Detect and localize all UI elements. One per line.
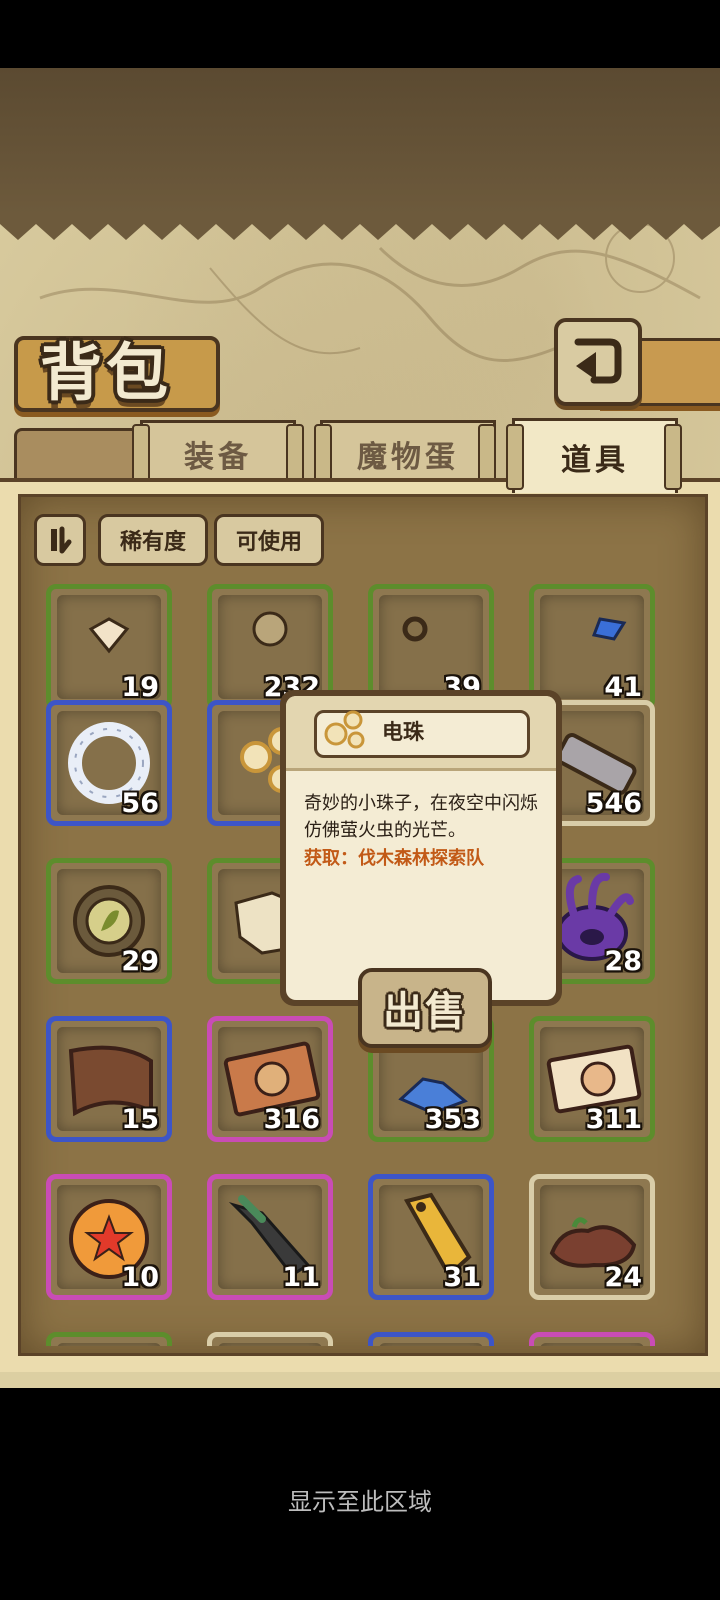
status-bar	[0, 0, 720, 68]
item-detail-popup: 电珠 奇妙的小珠子，在夜空中闪烁仿佛萤火虫的光芒。 获取：伐木森林探索队	[280, 690, 562, 1006]
item-count: 316	[263, 1104, 320, 1135]
item-count: 24	[604, 1262, 642, 1293]
tab-items-label: 道具	[561, 443, 629, 478]
tab-post	[664, 424, 682, 490]
item-count: 29	[121, 946, 159, 977]
tab-post	[506, 424, 524, 490]
gold-ore-icon	[373, 1337, 489, 1346]
item-count: 31	[443, 1262, 481, 1293]
item-count: 28	[604, 946, 642, 977]
torn-edge	[0, 212, 720, 240]
inventory-slot[interactable]: 11	[207, 1174, 333, 1300]
inventory-slot[interactable]: 29	[46, 858, 172, 984]
item-count: 10	[121, 1262, 159, 1293]
usable-filter-label: 可使用	[235, 530, 302, 555]
inventory-slot[interactable]: 316	[207, 1016, 333, 1142]
diamond-icon	[534, 1337, 650, 1346]
rarity-filter-button[interactable]: 稀有度	[98, 514, 208, 566]
inventory-slot[interactable]: 31	[368, 1174, 494, 1300]
inventory-slot[interactable]	[529, 1332, 655, 1346]
item-count: 56	[121, 788, 159, 819]
sell-button[interactable]: 出售	[358, 968, 492, 1048]
tab-items[interactable]: 道具	[512, 418, 678, 493]
tab-monster-eggs-label: 魔物蛋	[357, 440, 459, 475]
inventory-slot[interactable]	[368, 1332, 494, 1346]
item-name: 电珠	[382, 720, 424, 744]
item-count: 546	[585, 788, 642, 819]
page-title: 背包	[40, 336, 173, 409]
item-count: 11	[282, 1262, 320, 1293]
electric-bead-icon	[324, 710, 365, 749]
tab-monster-eggs[interactable]: 魔物蛋	[320, 420, 496, 485]
rarity-filter-label: 稀有度	[119, 530, 186, 555]
usable-filter-button[interactable]: 可使用	[214, 514, 324, 566]
return-arrow-icon	[574, 338, 622, 384]
item-count: 15	[121, 1104, 159, 1135]
inventory-slot[interactable]: 10	[46, 1174, 172, 1300]
sell-button-label: 出售	[383, 989, 467, 1035]
popup-body: 电珠 奇妙的小珠子，在夜空中闪烁仿佛萤火虫的光芒。 获取：伐木森林探索队	[286, 696, 556, 1000]
sort-order-icon	[51, 526, 72, 554]
display-region-caption: 显示至此区域	[288, 1488, 432, 1516]
item-source: 获取：伐木森林探索队	[304, 848, 484, 869]
inventory-slot[interactable]	[207, 1332, 333, 1346]
popup-header: 电珠	[286, 696, 556, 771]
item-count: 41	[604, 672, 642, 703]
inventory-slot[interactable]	[46, 1332, 172, 1346]
inventory-slot[interactable]: 24	[529, 1174, 655, 1300]
map-header-dark	[0, 68, 720, 214]
inventory-slot[interactable]: 56	[46, 700, 172, 826]
back-button[interactable]	[554, 318, 642, 406]
item-count: 353	[424, 1104, 481, 1135]
fruit-ticket-icon	[51, 1337, 167, 1346]
item-count: 19	[121, 672, 159, 703]
inventory-slot[interactable]: 311	[529, 1016, 655, 1142]
sort-button[interactable]	[34, 514, 86, 566]
mushroom-icon	[212, 1337, 328, 1346]
inventory-slot[interactable]: 15	[46, 1016, 172, 1142]
item-count: 311	[585, 1104, 642, 1135]
inventory-slot[interactable]: 19	[46, 584, 172, 710]
item-description: 奇妙的小珠子，在夜空中闪烁仿佛萤火虫的光芒。	[304, 793, 538, 841]
tab-equipment-label: 装备	[184, 440, 252, 475]
tab-equipment[interactable]: 装备	[140, 420, 296, 485]
